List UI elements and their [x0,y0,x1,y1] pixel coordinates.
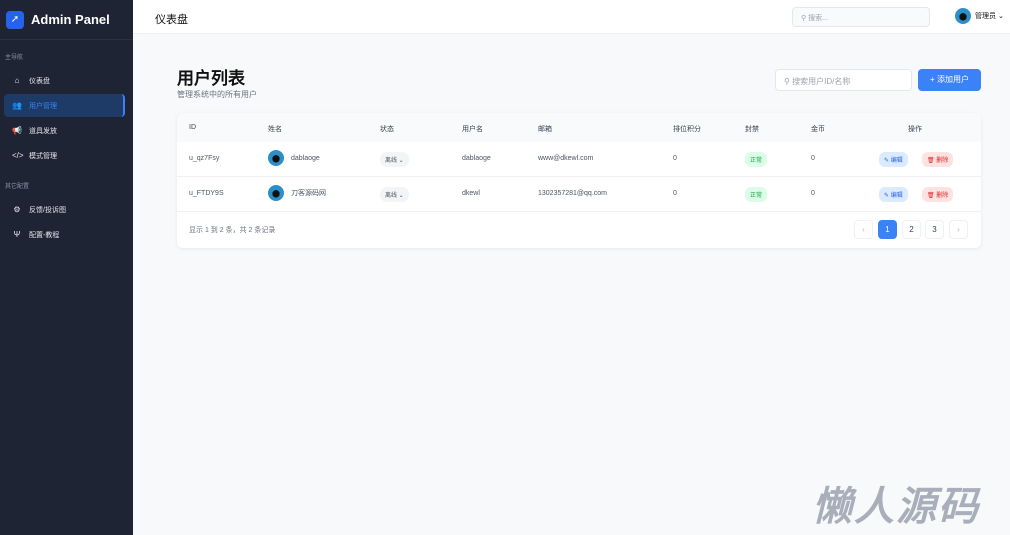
cell-username: dablaoge [462,155,491,162]
cell-username: dkewl [462,190,480,197]
sidebar-item-dashboard[interactable]: ⌂ 仪表盘 [4,69,125,92]
edit-button[interactable]: ✎ 编辑 [879,187,908,202]
ban-badge: 正常 [745,187,768,202]
page-subtitle: 管理系统中的所有用户 [177,90,257,99]
edit-button[interactable]: ✎ 编辑 [879,152,908,167]
page-button[interactable]: 1 [878,220,897,239]
section-label: 其它配置 [5,184,30,190]
cell-coins: 0 [811,155,815,162]
col-ban: 封禁 [745,126,759,133]
watermark: 懒人源码 [812,485,980,529]
global-search-input[interactable]: ⚲ 搜索... [792,7,930,27]
col-email: 邮箱 [538,126,552,133]
col-username: 用户名 [462,126,483,133]
search-icon: ⚲ [784,77,793,86]
sidebar-item-modes[interactable]: </> 模式管理 [4,144,125,167]
delete-button[interactable]: 🗑 删除 [922,187,954,202]
table-row: u_qz7Fsy dablaoge 离线 ⌄ dablaoge www@dkew… [177,142,981,177]
delete-button[interactable]: 🗑 删除 [922,152,954,167]
topbar: 仪表盘 ⚲ 搜索... 管理员 ⌄ [133,0,1010,34]
status-value: 离线 [385,193,398,199]
home-icon: ⌂ [14,76,20,85]
page-title: 用户列表 [177,69,245,88]
cell-score: 0 [673,155,677,162]
user-menu[interactable]: 管理员 ⌄ [955,8,1004,24]
cell-email: www@dkewl.com [538,155,594,162]
cell-id: u_FTDY9S [189,190,224,197]
users-table: ID 姓名 状态 用户名 邮箱 排位积分 封禁 金币 操作 u_qz7Fsy d… [177,113,981,248]
cell-name: 刀客源码网 [268,185,326,201]
col-actions: 操作 [908,126,922,133]
prev-page-button[interactable]: ‹ [854,220,873,239]
status-select[interactable]: 离线 ⌄ [380,152,409,167]
logo[interactable]: ➚ Admin Panel [0,0,133,40]
page-button[interactable]: 3 [925,220,944,239]
col-score: 排位积分 [673,126,701,133]
name-text: dablaoge [291,154,320,162]
col-coins: 金币 [811,126,825,133]
col-name: 姓名 [268,126,282,133]
cell-coins: 0 [811,190,815,197]
cell-id: u_qz7Fsy [189,155,220,162]
sidebar-item-items[interactable]: 📢 道具发放 [4,119,125,142]
cell-name: dablaoge [268,150,320,166]
chevron-down-icon: ⌄ [996,13,1004,20]
avatar [268,185,284,201]
name-text: 刀客源码网 [291,190,326,197]
sidebar-item-users[interactable]: 👥 用户管理 [4,94,125,117]
sidebar: ➚ Admin Panel 主导航 ⌂ 仪表盘 👥 用户管理 📢 道具发放 </> 模式管… [0,0,133,535]
col-id: ID [189,124,196,131]
sidebar-item-tutorial[interactable]: Ψ 配置-教程 [4,223,125,246]
users-icon: 👥 [12,101,22,110]
table-row: u_FTDY9S 刀客源码网 离线 ⌄ dkewl 1302357281@qq.… [177,177,981,212]
table-header: ID 姓名 状态 用户名 邮箱 排位积分 封禁 金币 操作 [177,113,981,142]
compass-icon: ➚ [6,10,24,29]
gear-icon: ⚙ [13,205,21,214]
sidebar-item-feedback[interactable]: ⚙ 反馈/投诉图 [4,198,125,221]
status-select[interactable]: 离线 ⌄ [380,187,409,202]
add-user-button[interactable]: + 添加用户 [918,69,981,91]
user-search-input[interactable]: ⚲ 搜索用户ID/名称 [775,69,912,91]
col-status: 状态 [380,126,394,133]
pagination-info: 显示 1 到 2 条，共 2 条记录 [189,227,276,234]
page-button[interactable]: 2 [902,220,921,239]
megaphone-icon: 📢 [12,126,22,135]
cell-email: 1302357281@qq.com [538,190,607,197]
next-page-button[interactable]: › [949,220,968,239]
code-icon: </> [12,151,24,160]
section-label: 主导航 [5,55,24,61]
avatar [955,8,971,24]
status-value: 离线 [385,158,398,164]
avatar [268,150,284,166]
seedling-icon: Ψ [13,230,21,239]
page-breadcrumb: 仪表盘 [155,14,188,26]
ban-badge: 正常 [745,152,768,167]
cell-score: 0 [673,190,677,197]
